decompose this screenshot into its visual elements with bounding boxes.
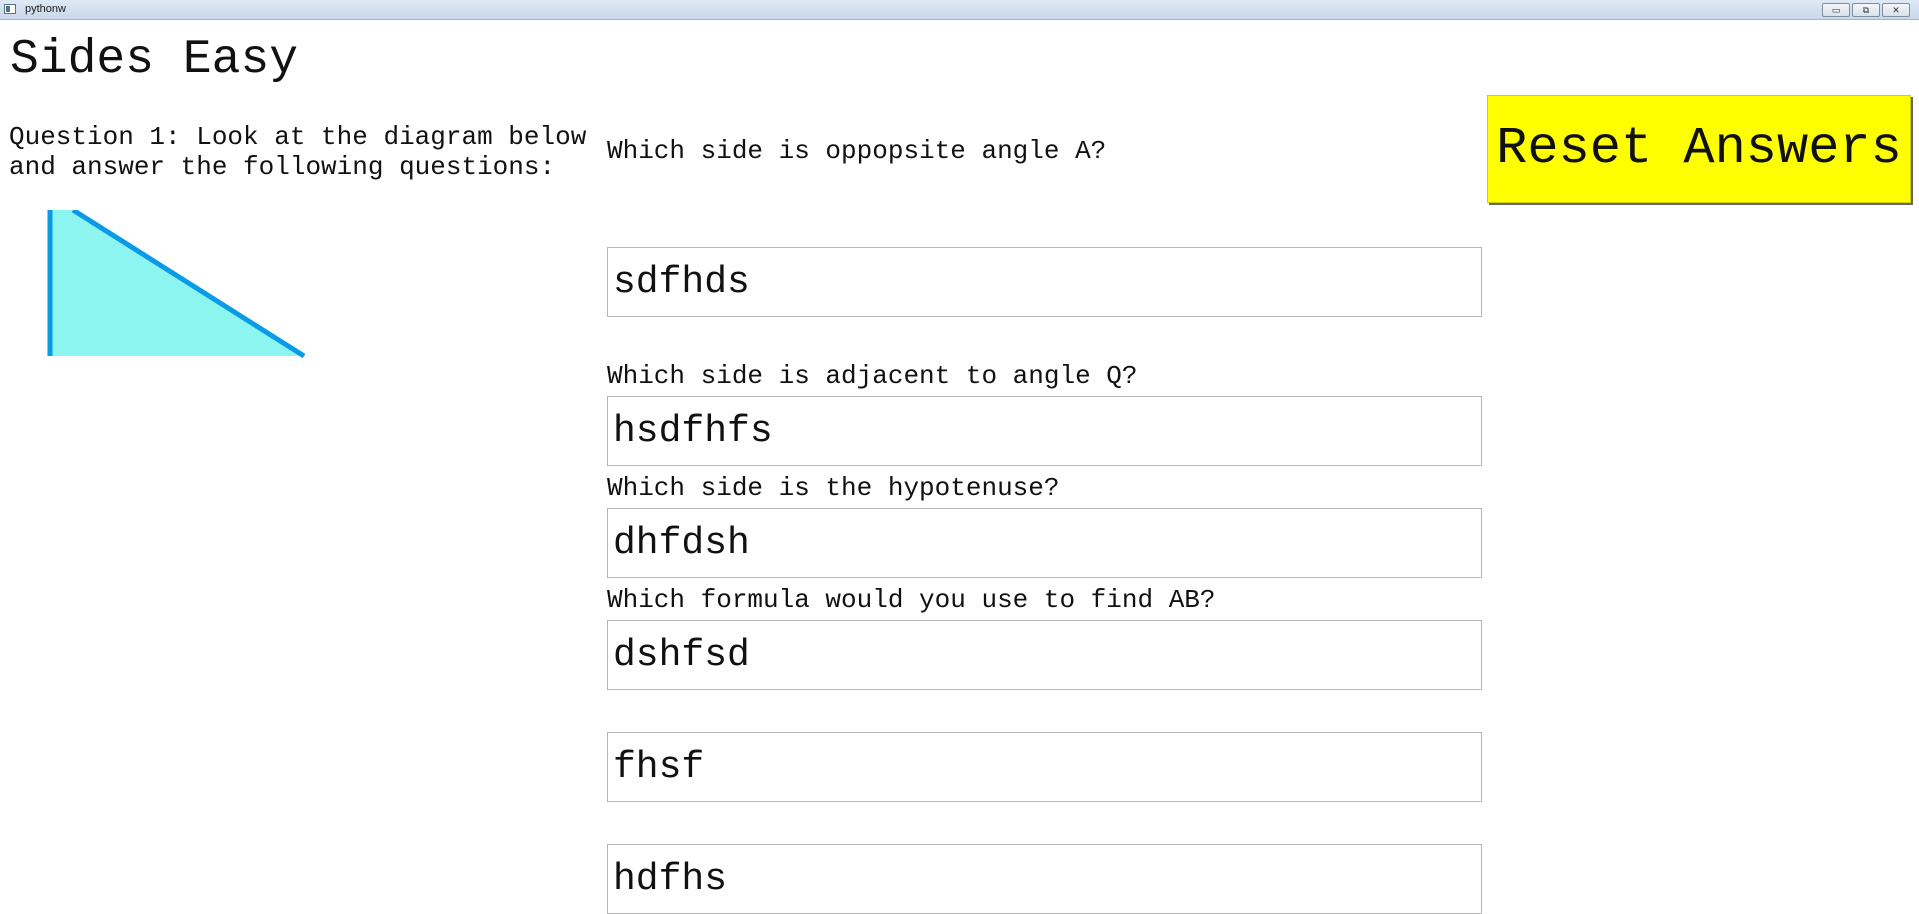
answer-field-formula[interactable] [607,620,1482,690]
close-button[interactable]: ✕ [1882,3,1910,17]
question-label-adjacent: Which side is adjacent to angle Q? [607,361,1138,391]
answer-field-adjacent[interactable] [607,396,1482,466]
question-prompt: Question 1: Look at the diagram below an… [9,122,609,182]
answer-field-6[interactable] [607,844,1482,914]
question-prompt-line-1: Question 1: Look at the diagram below [9,122,587,152]
restore-button[interactable]: ⧉ [1852,3,1880,17]
question-label-opposite: Which side is oppopsite angle A? [607,136,1107,166]
question-label-hypotenuse: Which side is the hypotenuse? [607,473,1060,503]
answer-field-opposite[interactable] [607,247,1482,317]
answer-field-hypotenuse[interactable] [607,508,1482,578]
question-prompt-line-2: and answer the following questions: [9,152,556,182]
triangle-diagram [47,210,306,358]
window-title: pythonw [25,3,66,15]
minimize-button[interactable]: ▭ [1822,3,1850,17]
page-title: Sides Easy [10,33,299,87]
window-titlebar: pythonw ▭ ⧉ ✕ [0,0,1919,20]
question-label-formula: Which formula would you use to find AB? [607,585,1216,615]
app-icon [4,4,16,14]
answer-field-5[interactable] [607,732,1482,802]
reset-answers-button[interactable]: Reset Answers [1487,95,1911,203]
